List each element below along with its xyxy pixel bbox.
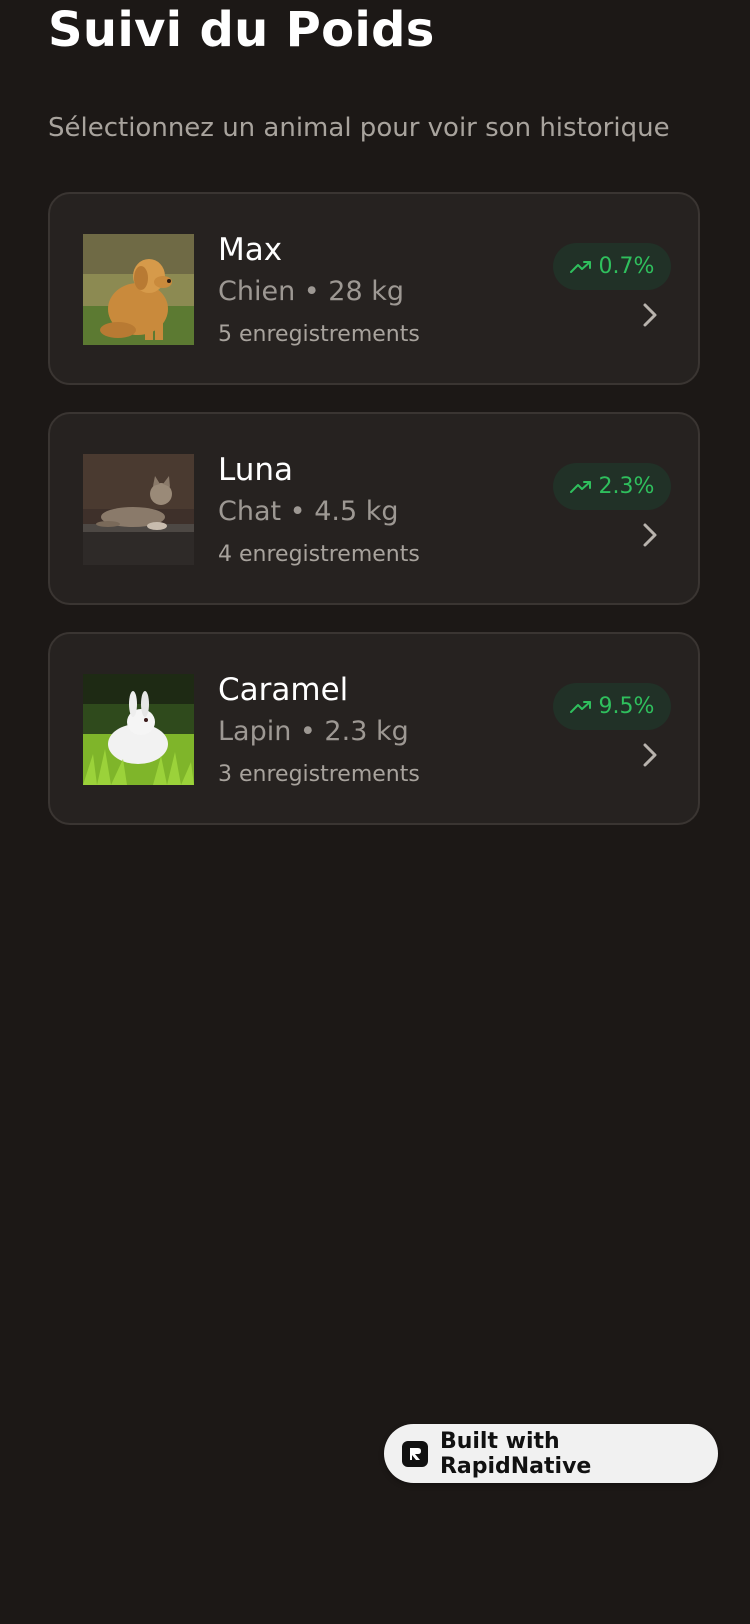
pet-species-weight: Lapin • 2.3 kg xyxy=(218,716,409,747)
weight-tracking-screen: Suivi du Poids Sélectionnez un animal po… xyxy=(0,0,750,1624)
pet-record-count: 4 enregistrements xyxy=(218,542,420,567)
built-with-label: Built with RapidNative xyxy=(439,1428,592,1479)
chevron-right-icon xyxy=(642,742,658,772)
trend-badge: 9.5% xyxy=(553,683,671,730)
pet-card-caramel[interactable]: Caramel Lapin • 2.3 kg 3 enregistrements… xyxy=(48,632,700,825)
page-subtitle: Sélectionnez un animal pour voir son his… xyxy=(48,113,670,143)
trend-value: 9.5% xyxy=(598,694,655,719)
trend-badge: 0.7% xyxy=(553,243,671,290)
chevron-right-icon xyxy=(642,522,658,552)
page-title: Suivi du Poids xyxy=(48,2,435,58)
pet-name: Luna xyxy=(218,452,294,488)
pet-photo-caramel xyxy=(83,674,194,785)
pet-photo-max xyxy=(83,234,194,345)
pet-card-luna[interactable]: Luna Chat • 4.5 kg 4 enregistrements 2.3… xyxy=(48,412,700,605)
trend-value: 0.7% xyxy=(598,254,655,279)
pet-photo-luna xyxy=(83,454,194,565)
rapidnative-logo-icon xyxy=(402,1440,428,1467)
trend-value: 2.3% xyxy=(598,474,655,499)
trending-up-icon xyxy=(569,260,591,273)
trending-up-icon xyxy=(569,700,591,713)
built-with-rapidnative-button[interactable]: Built with RapidNative xyxy=(384,1424,718,1483)
pet-name: Max xyxy=(218,232,283,268)
pet-species-weight: Chat • 4.5 kg xyxy=(218,496,399,527)
trend-badge: 2.3% xyxy=(553,463,671,510)
chevron-right-icon xyxy=(642,302,658,332)
pet-card-max[interactable]: Max Chien • 28 kg 5 enregistrements 0.7% xyxy=(48,192,700,385)
pet-species-weight: Chien • 28 kg xyxy=(218,276,404,307)
pet-record-count: 3 enregistrements xyxy=(218,762,420,787)
pet-record-count: 5 enregistrements xyxy=(218,322,420,347)
trending-up-icon xyxy=(569,480,591,493)
pet-name: Caramel xyxy=(218,672,349,708)
